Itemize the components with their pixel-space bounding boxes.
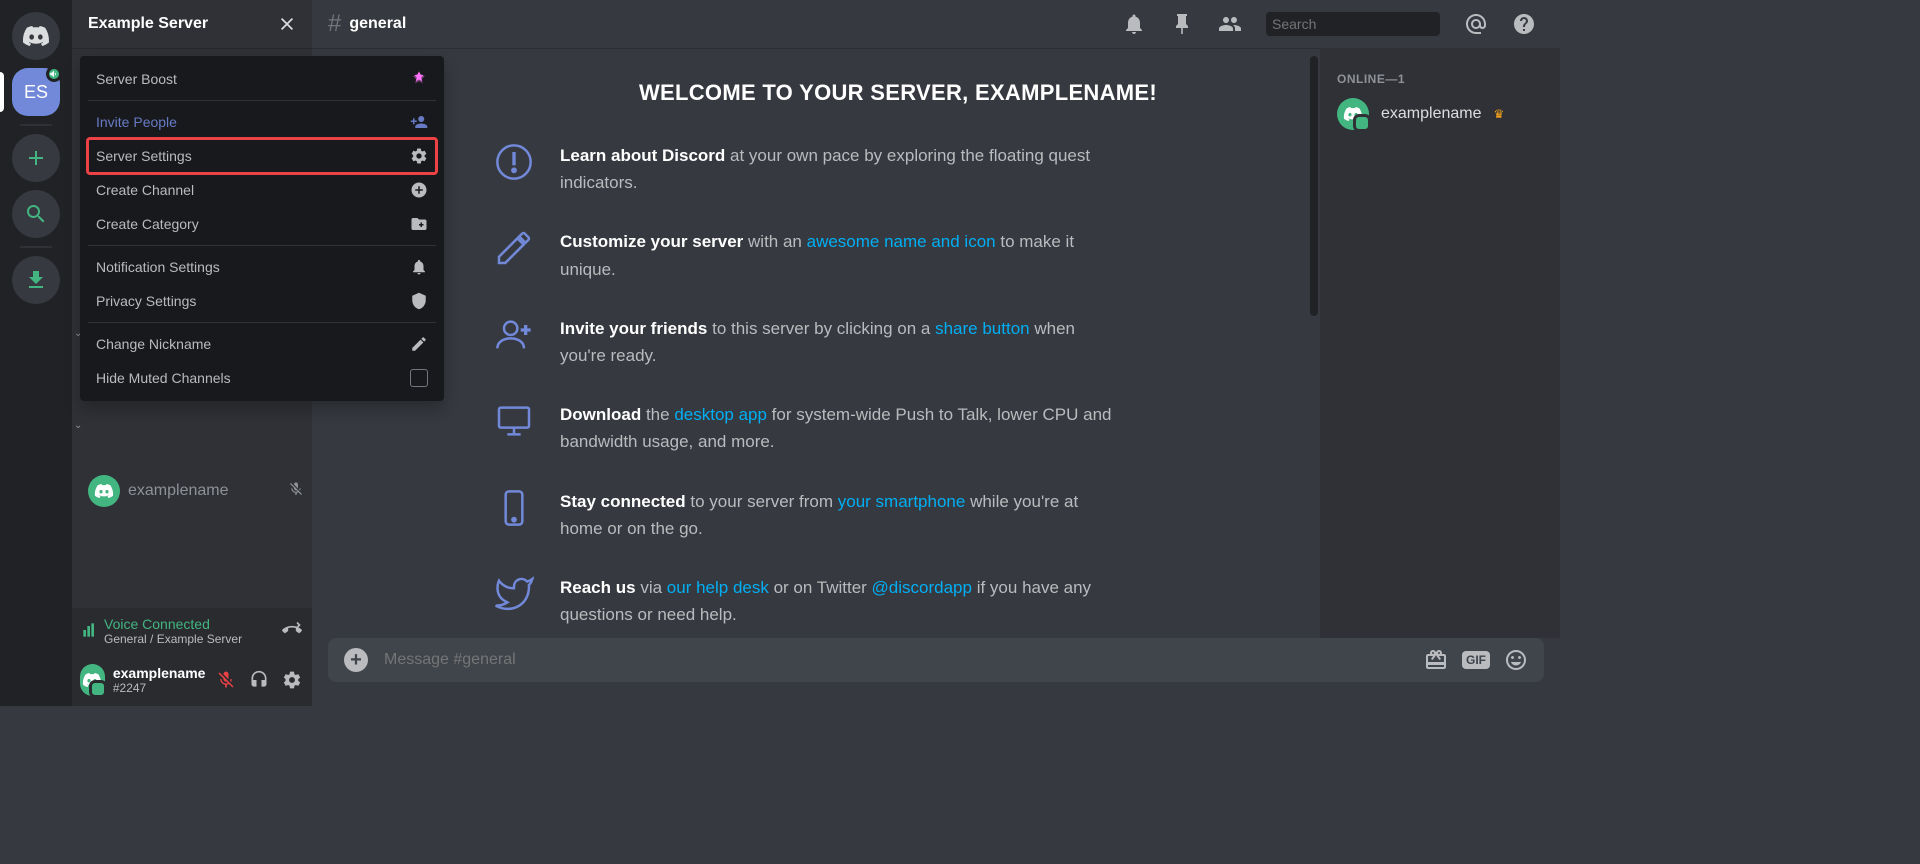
guild-bar: ES (0, 0, 72, 706)
menu-separator (88, 245, 436, 246)
notifications-icon[interactable] (1122, 12, 1146, 36)
welcome-tip: Download the desktop app for system-wide… (492, 401, 1112, 455)
channel-name: general (349, 15, 406, 33)
checkbox-icon[interactable] (410, 369, 428, 387)
bell-icon (410, 258, 428, 276)
gear-icon (410, 147, 428, 165)
menu-server-settings[interactable]: Server Settings (88, 139, 436, 173)
server-dropdown-menu: Server Boost Invite People Server Settin… (80, 56, 444, 401)
menu-create-channel[interactable]: Create Channel (88, 173, 436, 207)
server-icon[interactable]: ES (12, 68, 60, 116)
link[interactable]: @discordapp (872, 578, 972, 597)
hash-icon: # (328, 10, 341, 38)
menu-separator (88, 322, 436, 323)
server-name: Example Server (88, 15, 208, 33)
channel-sidebar: Example Server ⌄ ⌄ Server Boost Invite P… (72, 0, 312, 706)
member-name: examplename (1381, 105, 1482, 123)
menu-privacy-settings[interactable]: Privacy Settings (88, 284, 436, 318)
emoji-button[interactable] (1504, 648, 1528, 672)
welcome-tip: Reach us via our help desk or on Twitter… (492, 574, 1112, 628)
plus-circle-icon (410, 181, 428, 199)
invite-icon (410, 113, 428, 131)
disconnect-button[interactable] (282, 620, 302, 643)
gif-button[interactable]: GIF (1464, 648, 1488, 672)
close-icon (278, 15, 296, 33)
person-plus-icon (492, 315, 536, 369)
download-apps-button[interactable] (12, 256, 60, 304)
user-tag: #2247 (113, 681, 206, 695)
mute-button[interactable] (213, 664, 238, 696)
help-icon[interactable] (1512, 12, 1536, 36)
voice-channel-name: General / Example Server (104, 632, 276, 646)
link[interactable]: share button (935, 319, 1030, 338)
welcome-title: WELCOME TO YOUR SERVER, EXAMPLENAME! (492, 80, 1304, 106)
username: examplename (113, 665, 206, 681)
welcome-tip: Customize your server with an awesome na… (492, 228, 1112, 282)
search-input[interactable] (1272, 16, 1453, 32)
members-heading: ONLINE—1 (1329, 64, 1552, 94)
link[interactable]: our help desk (667, 578, 769, 597)
chat-input: + GIF (328, 638, 1544, 682)
mic-muted-icon (288, 481, 304, 502)
link[interactable]: desktop app (674, 405, 767, 424)
exclamation-icon (492, 142, 536, 196)
avatar[interactable] (80, 664, 105, 696)
user-settings-button[interactable] (279, 664, 304, 696)
members-toggle-icon[interactable] (1218, 12, 1242, 36)
app-root: ES Example Server ⌄ ⌄ Server Boost (0, 0, 1560, 706)
scrollbar[interactable] (1310, 56, 1318, 316)
voice-badge-icon (46, 66, 62, 82)
mentions-icon[interactable] (1464, 12, 1488, 36)
pencil-icon (492, 228, 536, 282)
chat-input-wrap: + GIF (312, 638, 1560, 706)
gift-icon[interactable] (1424, 648, 1448, 672)
attach-button[interactable]: + (344, 648, 368, 672)
user-panel: examplename #2247 (72, 654, 312, 706)
guild-separator (20, 124, 52, 126)
shield-icon (410, 292, 428, 310)
avatar (88, 475, 120, 507)
phone-icon (492, 488, 536, 542)
pencil-icon (410, 335, 428, 353)
voice-status: Voice Connected (104, 616, 276, 632)
home-button[interactable] (12, 12, 60, 60)
chat-main: # general WELCOME TO YOUR SERVER, EXAMPL… (312, 0, 1560, 706)
server-header[interactable]: Example Server (72, 0, 312, 48)
channel-header: # general (312, 0, 1560, 48)
desktop-icon (492, 401, 536, 455)
message-area: WELCOME TO YOUR SERVER, EXAMPLENAME! Lea… (312, 48, 1320, 638)
avatar (1337, 98, 1369, 130)
search-box[interactable] (1266, 12, 1440, 36)
voice-connected-panel: Voice Connected General / Example Server (72, 608, 312, 654)
menu-server-boost[interactable]: Server Boost (88, 62, 436, 96)
chevron-down-icon[interactable]: ⌄ (74, 420, 82, 431)
menu-change-nickname[interactable]: Change Nickname (88, 327, 436, 361)
twitter-icon (492, 574, 536, 628)
deafen-button[interactable] (246, 664, 271, 696)
menu-notification-settings[interactable]: Notification Settings (88, 250, 436, 284)
folder-plus-icon (410, 215, 428, 233)
menu-hide-muted[interactable]: Hide Muted Channels (88, 361, 436, 395)
guild-separator (20, 246, 52, 248)
menu-create-category[interactable]: Create Category (88, 207, 436, 241)
boost-icon (410, 70, 428, 88)
menu-separator (88, 100, 436, 101)
signal-icon (82, 622, 98, 641)
welcome-tip: Stay connected to your server from your … (492, 488, 1112, 542)
welcome-tip: Learn about Discord at your own pace by … (492, 142, 1112, 196)
link[interactable]: awesome name and icon (807, 232, 996, 251)
server-initials: ES (24, 82, 48, 103)
member-list: ONLINE—1 examplename ♛ (1320, 48, 1560, 638)
discover-button[interactable] (12, 190, 60, 238)
pinned-icon[interactable] (1170, 12, 1194, 36)
member-row[interactable]: examplename ♛ (1329, 94, 1552, 134)
menu-invite-people[interactable]: Invite People (88, 105, 436, 139)
message-input[interactable] (384, 651, 1408, 669)
voice-user-row[interactable]: examplename (80, 474, 312, 508)
crown-icon: ♛ (1494, 107, 1505, 121)
welcome-tip: Invite your friends to this server by cl… (492, 315, 1112, 369)
voice-user-name: examplename (128, 482, 229, 500)
link[interactable]: your smartphone (838, 492, 966, 511)
add-server-button[interactable] (12, 134, 60, 182)
